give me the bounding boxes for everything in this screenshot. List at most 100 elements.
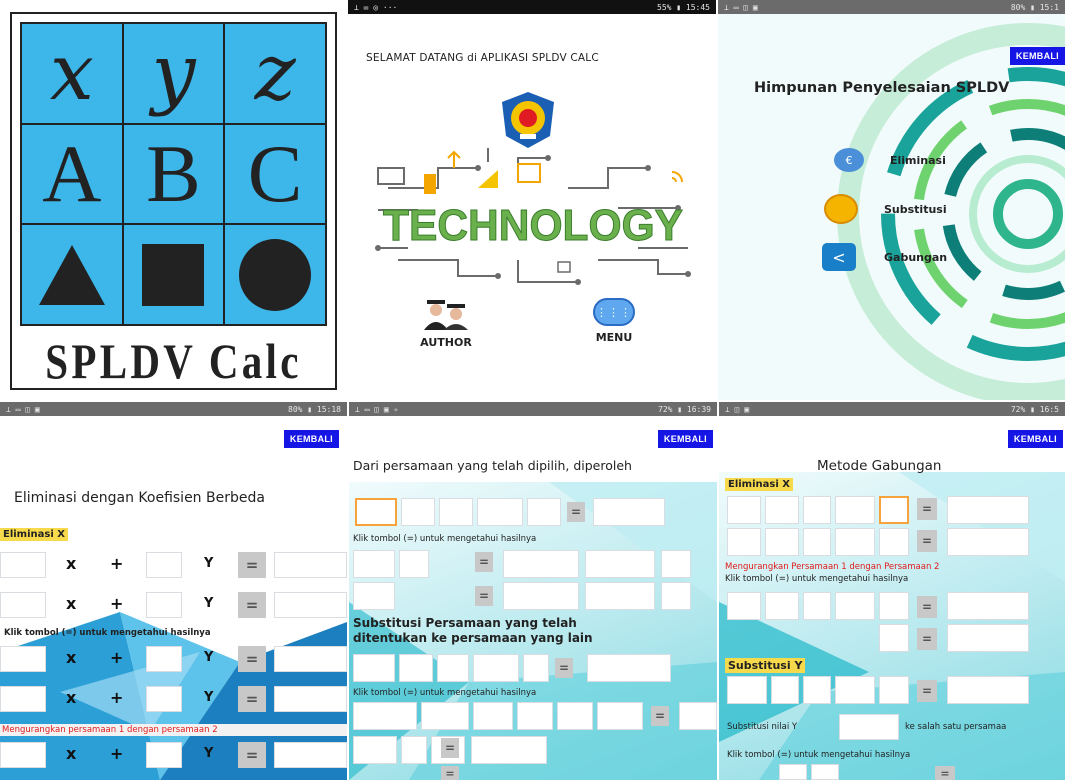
value-input[interactable]: [803, 592, 831, 620]
equals-button[interactable]: =: [917, 530, 937, 552]
value-input[interactable]: [835, 592, 875, 620]
equals-button[interactable]: =: [238, 646, 266, 672]
value-input[interactable]: [947, 496, 1029, 524]
value-input[interactable]: [353, 654, 395, 682]
equals-button[interactable]: =: [917, 498, 937, 520]
value-input[interactable]: [803, 496, 831, 524]
value-input[interactable]: [353, 550, 395, 578]
value-input[interactable]: [679, 702, 717, 730]
value-input[interactable]: [727, 496, 761, 524]
menu-button[interactable]: ⋮⋮⋮ MENU: [574, 298, 654, 348]
equals-button[interactable]: =: [651, 706, 669, 726]
coef-input-r5[interactable]: [0, 742, 46, 768]
value-input-focused[interactable]: [879, 496, 909, 524]
coef-input-r2[interactable]: [0, 592, 46, 618]
value-input[interactable]: [765, 592, 799, 620]
value-input[interactable]: [473, 654, 519, 682]
value-input[interactable]: [503, 550, 579, 578]
value-input[interactable]: [879, 592, 909, 620]
value-input[interactable]: [779, 764, 807, 780]
coef-input-r3[interactable]: [0, 646, 46, 672]
coef-y-input-r4[interactable]: [146, 686, 182, 712]
equals-button[interactable]: =: [917, 680, 937, 702]
value-input[interactable]: [811, 764, 839, 780]
value-input[interactable]: [473, 702, 513, 730]
result-input-r2[interactable]: [274, 592, 347, 618]
value-input[interactable]: [947, 624, 1029, 652]
value-input[interactable]: [585, 550, 655, 578]
equals-button[interactable]: =: [238, 592, 266, 618]
value-input[interactable]: [879, 676, 909, 704]
equals-button[interactable]: =: [567, 502, 585, 522]
value-input[interactable]: [597, 702, 643, 730]
result-input-r1[interactable]: [274, 552, 347, 578]
kembali-button[interactable]: KEMBALI: [1007, 430, 1063, 448]
value-input[interactable]: [765, 496, 799, 524]
equals-button[interactable]: =: [238, 686, 266, 712]
equals-button[interactable]: =: [935, 766, 955, 780]
equals-button[interactable]: =: [238, 552, 266, 578]
equals-button[interactable]: =: [475, 552, 493, 572]
value-input[interactable]: [661, 550, 691, 578]
value-input[interactable]: [477, 498, 523, 526]
value-input[interactable]: [353, 582, 395, 610]
menu-item-substitusi[interactable]: Substitusi: [824, 192, 947, 226]
value-input[interactable]: [661, 582, 691, 610]
value-input[interactable]: [727, 592, 761, 620]
equals-button[interactable]: =: [441, 766, 459, 780]
kembali-button[interactable]: KEMBALI: [657, 430, 713, 448]
equals-button[interactable]: =: [917, 596, 937, 618]
result-input-r4[interactable]: [274, 686, 347, 712]
coef-y-input-r5[interactable]: [146, 742, 182, 768]
value-input[interactable]: [517, 702, 553, 730]
value-input[interactable]: [835, 528, 875, 556]
value-input[interactable]: [803, 676, 831, 704]
result-input-r5[interactable]: [274, 742, 347, 768]
kembali-button[interactable]: KEMBALI: [283, 430, 339, 448]
value-input[interactable]: [835, 496, 875, 524]
value-input[interactable]: [585, 582, 655, 610]
value-input[interactable]: [527, 498, 561, 526]
value-input[interactable]: [401, 498, 435, 526]
value-input[interactable]: [803, 528, 831, 556]
value-input[interactable]: [947, 592, 1029, 620]
value-input[interactable]: [353, 702, 417, 730]
value-input[interactable]: [947, 676, 1029, 704]
value-input[interactable]: [437, 654, 469, 682]
value-input[interactable]: [879, 528, 909, 556]
value-input[interactable]: [523, 654, 549, 682]
value-input[interactable]: [355, 498, 397, 526]
value-input[interactable]: [557, 702, 593, 730]
value-input[interactable]: [471, 736, 547, 764]
value-input[interactable]: [399, 550, 429, 578]
equals-button[interactable]: =: [441, 738, 459, 758]
value-input[interactable]: [587, 654, 671, 682]
value-input[interactable]: [399, 654, 433, 682]
value-input[interactable]: [593, 498, 665, 526]
menu-item-gabungan[interactable]: < Gabungan: [822, 242, 947, 272]
equals-button[interactable]: =: [917, 628, 937, 650]
value-input[interactable]: [421, 702, 469, 730]
value-input[interactable]: [947, 528, 1029, 556]
coef-input-r1[interactable]: [0, 552, 46, 578]
value-input[interactable]: [879, 624, 909, 652]
equals-button[interactable]: =: [555, 658, 573, 678]
value-input[interactable]: [401, 736, 427, 764]
value-input[interactable]: [771, 676, 799, 704]
coef-y-input-r1[interactable]: [146, 552, 182, 578]
author-button[interactable]: AUTHOR: [406, 298, 486, 349]
value-input[interactable]: [353, 736, 397, 764]
value-input[interactable]: [835, 676, 875, 704]
kembali-button[interactable]: KEMBALI: [1009, 47, 1065, 65]
value-input[interactable]: [439, 498, 473, 526]
value-input[interactable]: [503, 582, 579, 610]
subst-y-input[interactable]: [839, 714, 899, 740]
equals-button[interactable]: =: [475, 586, 493, 606]
coef-y-input-r2[interactable]: [146, 592, 182, 618]
value-input[interactable]: [727, 528, 761, 556]
result-input-r3[interactable]: [274, 646, 347, 672]
coef-y-input-r3[interactable]: [146, 646, 182, 672]
equals-button[interactable]: =: [238, 742, 266, 768]
value-input[interactable]: [765, 528, 799, 556]
menu-item-eliminasi[interactable]: € Eliminasi: [834, 145, 946, 175]
